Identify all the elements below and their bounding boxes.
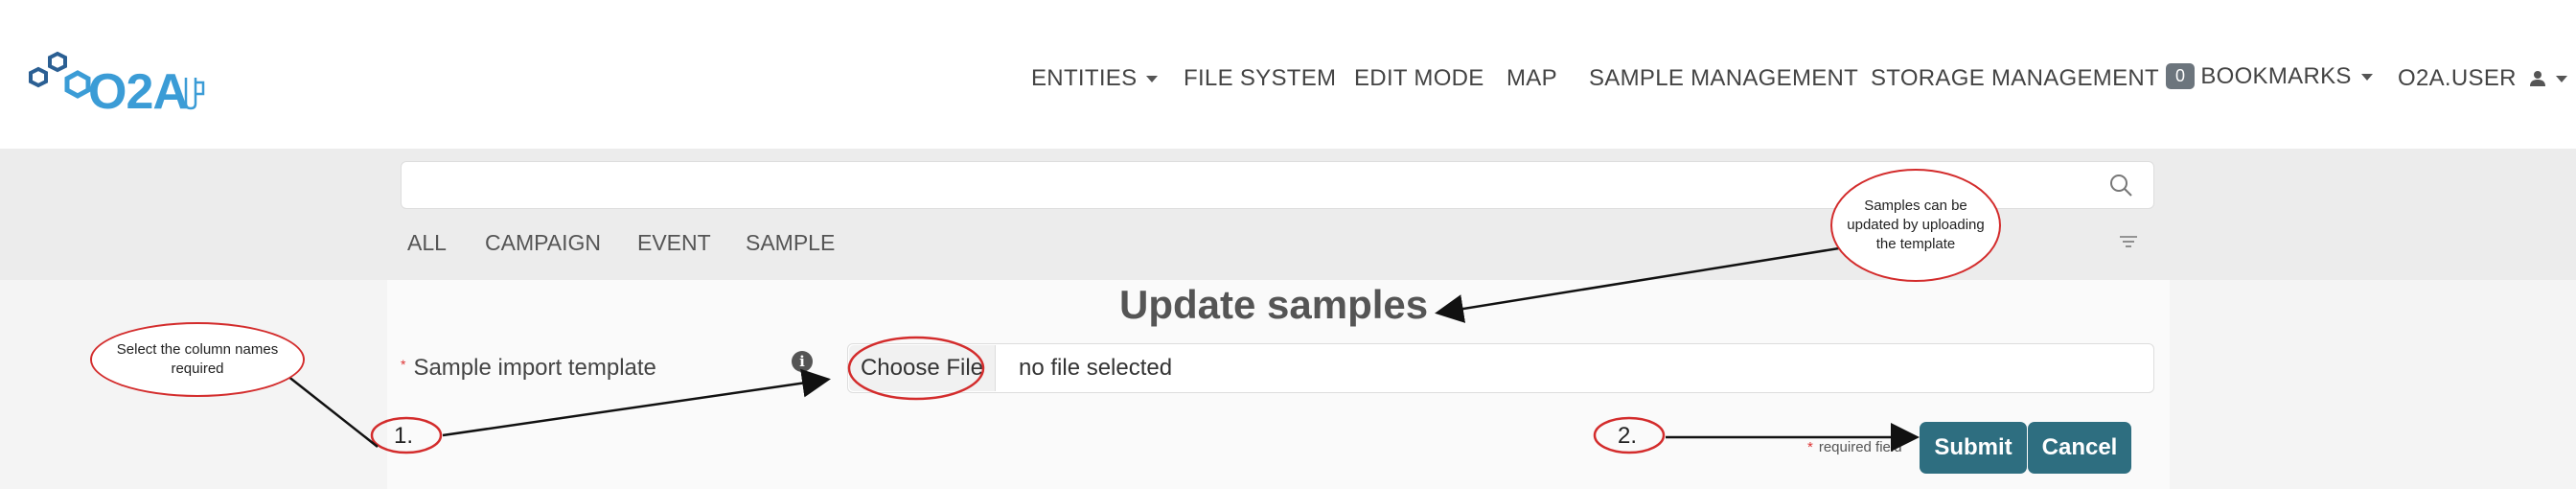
arrow-to-title bbox=[1435, 245, 1846, 323]
step1-label: 1. bbox=[394, 423, 414, 449]
step2-label: 2. bbox=[1618, 423, 1638, 449]
annotation-overlay bbox=[287, 245, 1920, 454]
callout-column-names: Select the column names required bbox=[90, 322, 305, 397]
arrow-to-choose-file bbox=[442, 368, 831, 437]
connector-line bbox=[287, 375, 379, 448]
callout-upload-template: Samples can be updated by uploading the … bbox=[1830, 169, 2001, 282]
choose-file-highlight bbox=[847, 336, 985, 401]
